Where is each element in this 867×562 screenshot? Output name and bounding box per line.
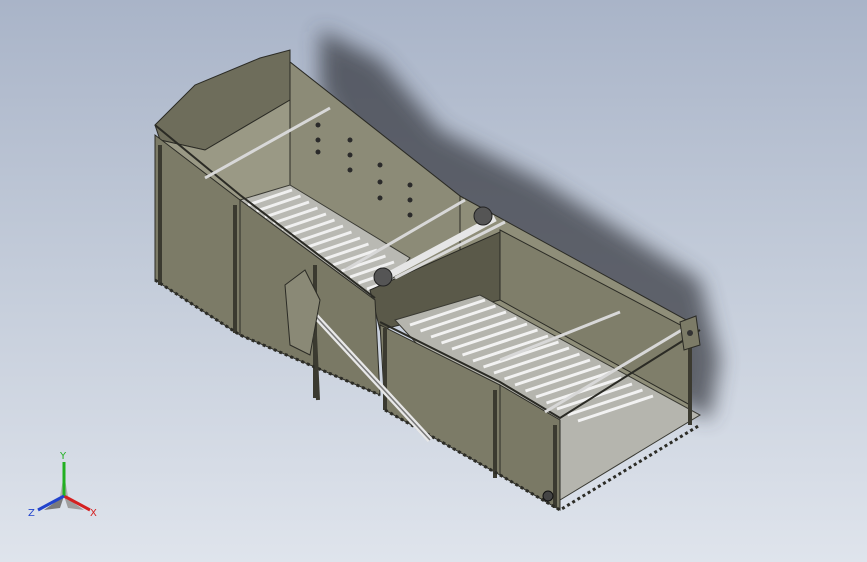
bolt-hole <box>407 197 413 203</box>
bolt-hole <box>407 182 413 188</box>
bolt-hole <box>347 152 353 158</box>
bolt-hole <box>347 167 353 173</box>
bolt-hole <box>407 212 413 218</box>
end-bolt <box>687 330 693 336</box>
orientation-triad: X Y Z <box>28 451 97 519</box>
bolt-hole <box>315 137 321 143</box>
cad-viewport[interactable]: X Y Z <box>0 0 867 562</box>
bolt-hole <box>315 149 321 155</box>
bolt-hole <box>377 195 383 201</box>
axis-x-label: X <box>90 508 97 519</box>
axis-z-label: Z <box>28 508 35 519</box>
flange-right <box>473 206 493 226</box>
bearing <box>542 490 554 502</box>
bolt-hole <box>315 122 321 128</box>
bolt-hole <box>347 137 353 143</box>
bolt-hole <box>377 179 383 185</box>
flange-left <box>373 267 393 287</box>
axis-y-label: Y <box>59 451 67 462</box>
bolt-hole <box>377 162 383 168</box>
conveyor-hopper-model[interactable] <box>0 0 867 562</box>
